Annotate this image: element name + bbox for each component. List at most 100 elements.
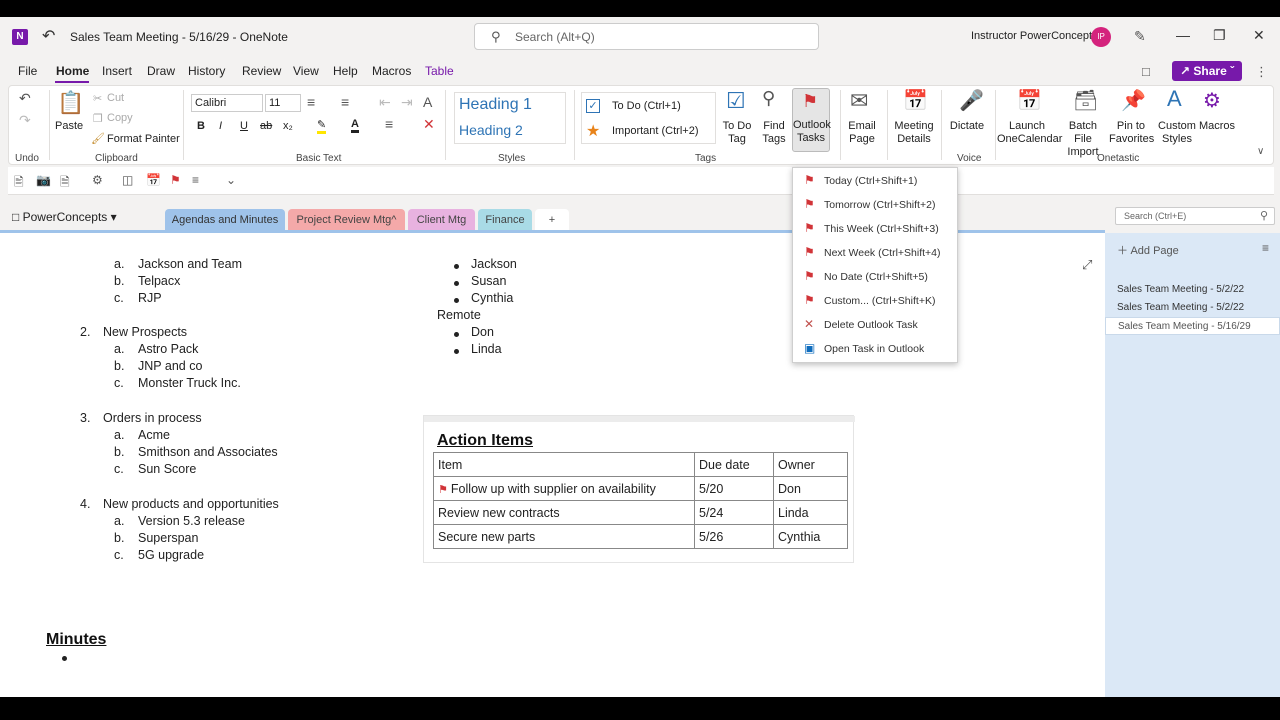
email-page-button[interactable]: Email Page: [845, 120, 879, 146]
action-items-title[interactable]: Action Items: [437, 432, 533, 450]
back-arrow-icon[interactable]: ↶: [42, 26, 55, 46]
table-header-cell[interactable]: Due date: [694, 452, 774, 477]
menu-history[interactable]: History: [188, 64, 225, 78]
page-item[interactable]: Sales Team Meeting - 5/2/22: [1105, 281, 1280, 299]
list-item[interactable]: 5G upgrade: [138, 548, 204, 562]
list-item[interactable]: Astro Pack: [138, 342, 198, 356]
list-item[interactable]: Monster Truck Inc.: [138, 376, 241, 390]
screen-clip-icon[interactable]: 📷: [36, 173, 51, 187]
table-cell[interactable]: 5/20: [694, 476, 774, 501]
tab-client-mtg[interactable]: Client Mtg: [408, 209, 475, 231]
list-item[interactable]: Superspan: [138, 531, 198, 545]
outlook-menu-item[interactable]: ⚑ This Week (Ctrl+Shift+3): [793, 217, 959, 241]
list-item[interactable]: JNP and co: [138, 359, 202, 373]
remote-name[interactable]: Linda: [471, 342, 502, 356]
numbering-icon[interactable]: ≡: [341, 94, 349, 110]
action-items-table[interactable]: Item Due date Owner ⚑ Follow up with suppli…: [433, 452, 848, 549]
table-cell[interactable]: Linda: [773, 500, 848, 525]
calendar-icon[interactable]: 📅: [146, 173, 161, 187]
meeting-details-icon[interactable]: 📅: [903, 88, 928, 113]
list-item[interactable]: New products and opportunities: [103, 497, 279, 511]
table-header-cell[interactable]: Owner: [773, 452, 848, 477]
attendee-name[interactable]: Jackson: [471, 257, 517, 271]
outlook-tasks-button[interactable]: ⚑ Outlook Tasks: [792, 88, 831, 152]
table-cell[interactable]: 5/24: [694, 500, 774, 525]
align-icon[interactable]: ≡: [385, 116, 393, 132]
macros-button[interactable]: Macros: [1197, 120, 1237, 133]
search-box[interactable]: ⚲ Search (Alt+Q): [474, 23, 819, 50]
heading1-style[interactable]: Heading 1: [459, 96, 532, 114]
flag-icon[interactable]: ⚑: [170, 173, 181, 187]
batch-import-icon[interactable]: 🗃: [1073, 88, 1098, 113]
container-handle[interactable]: [424, 416, 855, 422]
dock-icon[interactable]: ◫: [122, 173, 133, 187]
tab-agendas-and-minutes[interactable]: Agendas and Minutes: [165, 209, 285, 231]
notebook-view-icon[interactable]: □: [1142, 64, 1150, 79]
attendee-name[interactable]: Cynthia: [471, 291, 513, 305]
font-name-combo[interactable]: Calibri: [191, 94, 263, 112]
collapse-ribbon-icon[interactable]: ∨: [1257, 146, 1264, 157]
remote-name[interactable]: Don: [471, 325, 494, 339]
font-size-combo[interactable]: 11: [265, 94, 301, 112]
italic-icon[interactable]: I: [219, 120, 222, 132]
find-tags-button[interactable]: Find Tags: [759, 120, 789, 146]
outlook-menu-item[interactable]: ⚑ Tomorrow (Ctrl+Shift+2): [793, 193, 959, 217]
copy-button[interactable]: Copy: [107, 112, 133, 124]
menu-review[interactable]: Review: [242, 64, 281, 78]
custom-styles-icon[interactable]: A: [1167, 86, 1182, 112]
user-name[interactable]: Instructor PowerConcepts: [971, 30, 1098, 42]
minutes-heading[interactable]: Minutes: [46, 631, 106, 649]
restore-icon[interactable]: ❐: [1213, 27, 1226, 44]
list-item[interactable]: Smithson and Associates: [138, 445, 278, 459]
table-cell[interactable]: Review new contracts: [433, 500, 695, 525]
underline-icon[interactable]: U: [240, 120, 248, 132]
table-cell[interactable]: 5/26: [694, 524, 774, 549]
add-section-button[interactable]: +: [535, 209, 569, 231]
menu-table[interactable]: Table: [425, 64, 454, 78]
todo-tag-button[interactable]: To Do Tag: [721, 120, 753, 146]
table-cell[interactable]: Secure new parts: [433, 524, 695, 549]
table-cell[interactable]: Don: [773, 476, 848, 501]
font-color-icon[interactable]: A: [351, 118, 359, 133]
pin-to-favorites-button[interactable]: Pin to Favorites: [1109, 120, 1154, 146]
outlook-menu-item[interactable]: ✕ Delete Outlook Task: [793, 313, 959, 337]
dictate-button[interactable]: Dictate: [949, 120, 985, 133]
outlook-menu-item[interactable]: ⚑ Custom... (Ctrl+Shift+K): [793, 289, 959, 313]
outdent-icon[interactable]: ⇤: [379, 94, 391, 111]
page-icon[interactable]: 🖹: [14, 173, 24, 194]
pen-icon[interactable]: ✎: [1134, 28, 1146, 45]
list-item[interactable]: Jackson and Team: [138, 257, 242, 271]
share-button[interactable]: ↗ Share ˇ: [1172, 61, 1242, 81]
heading2-style[interactable]: Heading 2: [459, 122, 523, 138]
close-icon[interactable]: ✕: [1253, 27, 1265, 44]
add-page-button[interactable]: ＋ Add Page: [1117, 242, 1179, 258]
expand-icon[interactable]: ⤢: [1082, 257, 1092, 273]
macros-gear-icon[interactable]: ⚙: [1203, 88, 1221, 113]
sort-icon[interactable]: ≡: [1262, 241, 1269, 255]
bold-icon[interactable]: B: [197, 120, 205, 132]
indent-icon[interactable]: ⇥: [401, 94, 413, 111]
tags-gallery[interactable]: ✓ To Do (Ctrl+1) ★ Important (Ctrl+2): [581, 92, 716, 144]
notebook-name[interactable]: □ PowerConcepts ▾: [12, 210, 117, 224]
list-item[interactable]: RJP: [138, 291, 162, 305]
list-icon[interactable]: ≡: [192, 173, 199, 187]
table-cell[interactable]: Cynthia: [773, 524, 848, 549]
todo-tag-item[interactable]: To Do (Ctrl+1): [612, 100, 681, 112]
settings-icon[interactable]: ⚙: [92, 173, 103, 187]
menu-macros[interactable]: Macros: [372, 64, 411, 78]
tab-project-review[interactable]: Project Review Mtg^: [288, 209, 405, 231]
table-cell[interactable]: ⚑ Follow up with supplier on availabilit…: [433, 476, 695, 501]
pin-icon[interactable]: 📌: [1121, 88, 1146, 113]
email-page-icon[interactable]: ✉: [850, 88, 868, 114]
remote-label[interactable]: Remote: [437, 308, 481, 322]
outlook-menu-item[interactable]: ⚑ Today (Ctrl+Shift+1): [793, 169, 959, 193]
cut-button[interactable]: Cut: [107, 92, 124, 104]
meeting-details-button[interactable]: Meeting Details: [893, 120, 935, 146]
menu-insert[interactable]: Insert: [102, 64, 132, 78]
minimize-icon[interactable]: —: [1176, 27, 1190, 43]
find-tags-icon[interactable]: ⚲: [762, 88, 775, 109]
page-item[interactable]: Sales Team Meeting - 5/2/22: [1105, 299, 1280, 317]
list-item[interactable]: New Prospects: [103, 325, 187, 339]
list-item[interactable]: Acme: [138, 428, 170, 442]
redo-icon[interactable]: ↷: [19, 112, 31, 129]
